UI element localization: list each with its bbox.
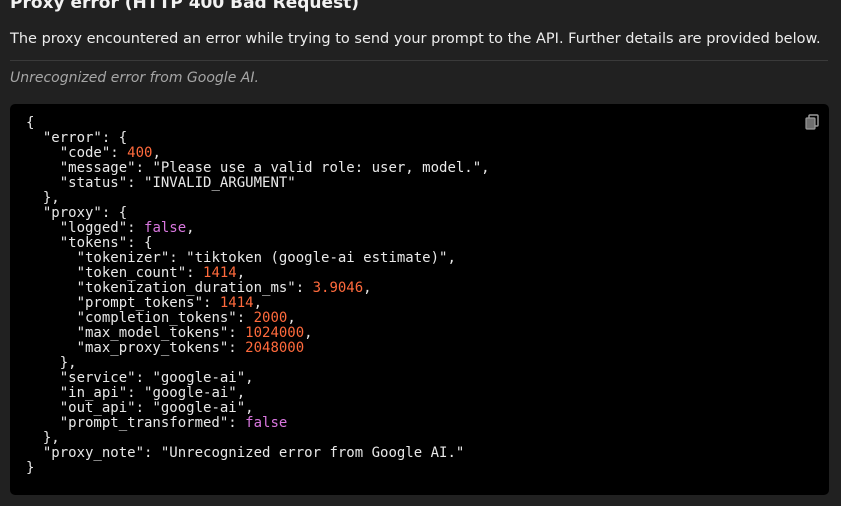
value-code: 400 — [127, 145, 153, 161]
key-completion-tokens: "completion_tokens" — [76, 310, 237, 326]
value-max-model-tokens: 1024000 — [245, 325, 305, 341]
key-token-count: "token_count" — [76, 265, 187, 281]
json-code: { "error": { "code": 400, "message": "Pl… — [26, 115, 490, 476]
value-message: "Please use a valid role: user, model." — [152, 160, 482, 176]
value-prompt-tokens: 1414 — [219, 295, 254, 311]
key-max-proxy-tokens: "max_proxy_tokens" — [76, 340, 229, 356]
key-tokenizer: "tokenizer" — [76, 250, 170, 266]
key-out-api: "out_api" — [59, 400, 136, 416]
copy-icon[interactable] — [805, 114, 819, 130]
key-proxy: "proxy" — [42, 205, 102, 221]
key-status: "status" — [59, 175, 128, 191]
error-description: The proxy encountered an error while try… — [10, 31, 821, 47]
page-title: Proxy error (HTTP 400 Bad Request) — [10, 0, 360, 13]
value-completion-tokens: 2000 — [253, 310, 288, 326]
key-proxy-note: "proxy_note" — [42, 445, 145, 461]
key-prompt-tokens: "prompt_tokens" — [76, 295, 204, 311]
key-code: "code" — [59, 145, 111, 161]
key-service: "service" — [59, 370, 136, 386]
key-in-api: "in_api" — [59, 385, 128, 401]
value-max-proxy-tokens: 2048000 — [245, 340, 305, 356]
key-tokens: "tokens" — [59, 235, 128, 251]
divider — [10, 60, 828, 61]
key-message: "message" — [59, 160, 136, 176]
error-json-code-block[interactable]: { "error": { "code": 400, "message": "Pl… — [10, 104, 829, 495]
key-max-model-tokens: "max_model_tokens" — [76, 325, 229, 341]
key-prompt-transformed: "prompt_transformed" — [59, 415, 229, 431]
key-logged: "logged" — [59, 220, 128, 236]
value-out-api: "google-ai" — [152, 400, 246, 416]
key-tokenization-duration: "tokenization_duration_ms" — [76, 280, 296, 296]
key-error: "error" — [42, 130, 102, 146]
value-status: "INVALID_ARGUMENT" — [144, 175, 296, 191]
value-token-count: 1414 — [203, 265, 237, 281]
value-tokenizer: "tiktoken (google-ai estimate)" — [186, 250, 448, 266]
error-note: Unrecognized error from Google AI. — [10, 70, 259, 86]
value-logged: false — [144, 220, 187, 236]
value-prompt-transformed: false — [245, 415, 288, 431]
value-tokenization-duration: 3.9046 — [312, 280, 364, 296]
value-service: "google-ai" — [152, 370, 246, 386]
value-in-api: "google-ai" — [144, 385, 237, 401]
value-proxy-note: "Unrecognized error from Google AI." — [160, 445, 465, 461]
